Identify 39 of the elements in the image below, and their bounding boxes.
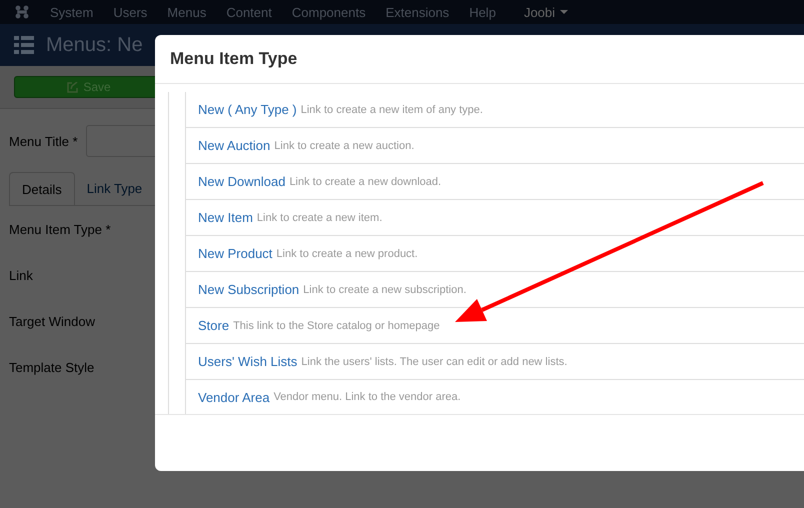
caret-icon: [560, 10, 568, 14]
field-label: Link: [9, 268, 33, 282]
tab[interactable]: Details: [9, 172, 75, 205]
menu-type-link[interactable]: New Item: [198, 210, 253, 225]
menu-type-link[interactable]: New Auction: [198, 138, 270, 153]
menu-type-description: Link to create a new download.: [289, 176, 442, 188]
menu-item[interactable]: Content: [216, 4, 282, 20]
menu-type-description: Vendor menu. Link to the vendor area.: [274, 391, 461, 403]
menu-item[interactable]: Extensions: [376, 4, 460, 20]
list-icon: [14, 36, 34, 54]
page-title: Menus: Ne: [46, 34, 143, 56]
user-menu[interactable]: Joobi: [514, 4, 578, 20]
menu-type-description: Link to create a new item of any type.: [300, 104, 483, 116]
field-label: Target Window: [9, 314, 95, 328]
menu-title-label: Menu Title *: [9, 134, 78, 148]
menu-item[interactable]: Users: [103, 4, 158, 20]
menu-type-link[interactable]: Users' Wish Lists: [198, 354, 298, 369]
field-label: Menu Item Type *: [9, 222, 111, 236]
menu-type-link[interactable]: New ( Any Type ): [198, 102, 297, 117]
menu-type-description: Link to create a new item.: [256, 212, 382, 224]
menu-type-description: This link to the Store catalog or homepage: [233, 320, 440, 332]
menu-type-description: Link to create a new subscription.: [303, 284, 466, 296]
field-label: Template Style: [9, 360, 94, 374]
modal-title: Menu Item Type: [170, 49, 298, 69]
menu-type-link[interactable]: Store: [198, 318, 230, 333]
menu-type-description: Link to create a new auction.: [274, 140, 414, 152]
menu-item[interactable]: Menus: [157, 4, 216, 20]
menu-type-description: Link the users' lists. The user can edit or add new lists.: [301, 356, 568, 368]
menu-item[interactable]: System: [40, 4, 104, 20]
edit-icon: [67, 82, 78, 92]
menu-type-link[interactable]: New Download: [198, 174, 286, 189]
menu-item[interactable]: Components: [282, 4, 376, 20]
menu-type-link[interactable]: New Product: [198, 246, 272, 261]
menu-item[interactable]: Help: [459, 4, 506, 20]
menu-type-link[interactable]: New Subscription: [198, 282, 300, 297]
menu-type-link[interactable]: Vendor Area: [198, 390, 270, 404]
menu-type-description: Link to create a new product.: [276, 248, 418, 260]
tab[interactable]: Link Type: [74, 172, 154, 205]
logo-icon[interactable]: [14, 4, 30, 20]
